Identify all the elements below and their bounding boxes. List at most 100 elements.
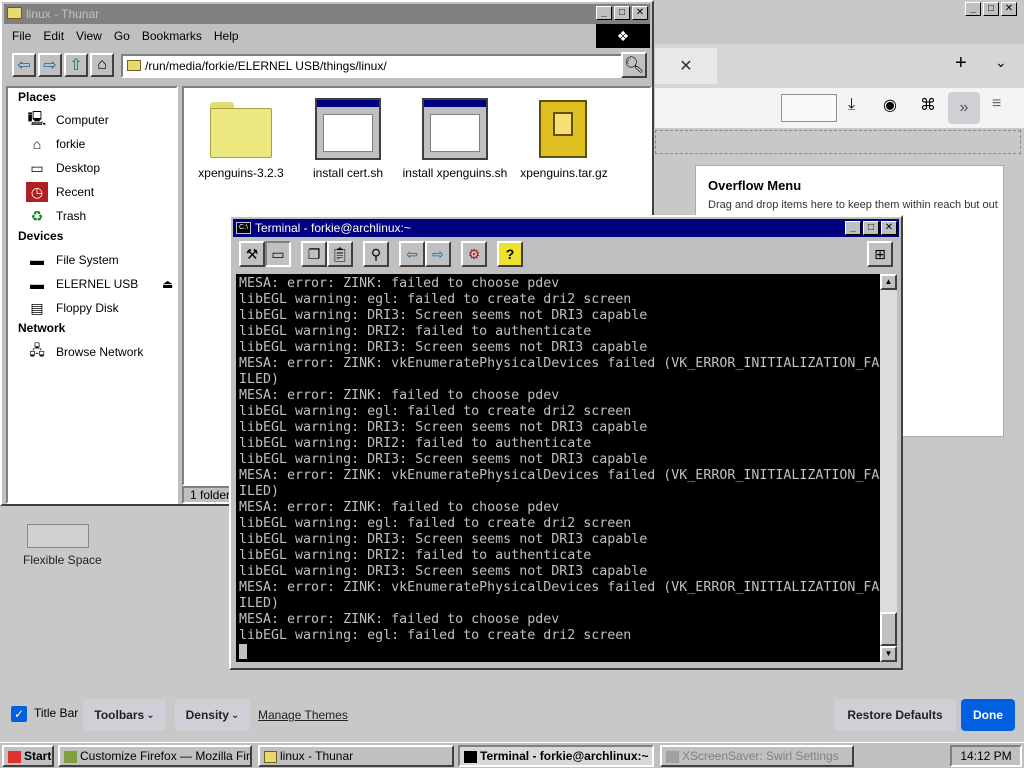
terminal-line: libEGL warning: egl: failed to create dr… — [239, 628, 632, 643]
fullscreen-icon[interactable]: ⊞ — [867, 241, 893, 267]
clock[interactable]: 14:12 PM — [950, 745, 1022, 767]
back-arrow-icon[interactable]: ⇦ — [399, 241, 425, 267]
title-bar-checkbox[interactable]: ✓ — [11, 706, 27, 722]
mark-icon[interactable]: ⚒ — [239, 241, 265, 267]
ff-search-box[interactable] — [781, 94, 837, 122]
thunar-minimize-button[interactable]: _ — [596, 6, 612, 20]
thunar-maximize-button[interactable]: □ — [614, 6, 630, 20]
forward-arrow-icon[interactable]: ⇨ — [38, 53, 62, 77]
terminal-line: MESA: error: ZINK: vkEnumeratePhysicalDe… — [239, 468, 880, 483]
back-arrow-icon[interactable]: ⇦ — [12, 53, 36, 77]
archive-icon — [531, 98, 597, 160]
folder-icon — [208, 98, 274, 160]
terminal-output[interactable]: MESA: error: ZINK: failed to choose pdev… — [236, 274, 880, 662]
search-icon[interactable]: 🔍︎ — [621, 52, 647, 78]
help-icon[interactable]: ? — [497, 241, 523, 267]
terminal-toolbar: ⚒ ▭ ❐ 📋︎ ⚲ ⇦ ⇨ ⚙ ? ⊞ — [235, 239, 897, 271]
sidebar-item-floppy[interactable]: ▤ Floppy Disk — [26, 297, 119, 319]
task-label: Customize Firefox — Mozilla Firefox — [80, 749, 251, 763]
task-thunar[interactable]: linux - Thunar — [258, 745, 454, 767]
menu-bookmarks[interactable]: Bookmarks — [136, 27, 208, 47]
sidebar-item-trash[interactable]: ♻ Trash — [26, 205, 87, 227]
home-icon[interactable]: ⌂ — [90, 53, 114, 77]
menu-file[interactable]: File — [6, 27, 37, 47]
terminal-scrollbar[interactable]: ▲ ▼ — [880, 274, 897, 662]
scroll-down-icon[interactable]: ▼ — [880, 646, 897, 662]
title-bar-label: Title Bar — [34, 706, 79, 720]
menu-edit[interactable]: Edit — [37, 27, 70, 47]
task-xscreensaver[interactable]: XScreenSaver: Swirl Settings — [660, 745, 854, 767]
terminal-line: ILED) — [239, 372, 280, 387]
account-icon[interactable]: ◉ — [883, 95, 897, 115]
folder-icon — [264, 751, 277, 763]
terminal-line: libEGL warning: DRI3: Screen seems not D… — [239, 564, 648, 579]
terminal-maximize-button[interactable]: □ — [863, 221, 879, 235]
throbber-logo-icon: ❖ — [596, 24, 650, 48]
start-button[interactable]: Start — [2, 745, 54, 767]
menu-help[interactable]: Help — [208, 27, 245, 47]
menu-icon[interactable]: ≡ — [992, 95, 1001, 113]
terminal-window: C:\ Terminal - forkie@archlinux:~ _ □ ✕ … — [229, 215, 903, 670]
flexible-space-item[interactable] — [27, 524, 89, 548]
restore-defaults-button[interactable]: Restore Defaults — [834, 699, 956, 731]
terminal-line: MESA: error: ZINK: failed to choose pdev — [239, 612, 560, 627]
ff-close-button[interactable]: ✕ — [1001, 2, 1017, 16]
binoculars-icon[interactable]: ⚲ — [363, 241, 389, 267]
toolbars-button[interactable]: Toolbars ⌄ — [83, 699, 166, 731]
scroll-thumb[interactable] — [880, 612, 897, 646]
task-firefox[interactable]: Customize Firefox — Mozilla Firefox — [58, 745, 252, 767]
up-arrow-icon[interactable]: ⇧ — [64, 53, 88, 77]
forward-arrow-icon[interactable]: ⇨ — [425, 241, 451, 267]
settings-icon[interactable]: ⚙ — [461, 241, 487, 267]
overflow-chevron-icon[interactable]: » — [948, 92, 980, 124]
sidebar-item-label: Floppy Disk — [56, 301, 119, 315]
extensions-icon[interactable]: ⌘ — [920, 95, 936, 115]
terminal-close-button[interactable]: ✕ — [881, 221, 897, 235]
density-button[interactable]: Density ⌄ — [175, 699, 250, 731]
ff-minimize-button[interactable]: _ — [965, 2, 981, 16]
terminal-line: libEGL warning: DRI2: failed to authenti… — [239, 324, 592, 339]
sidebar-item-forkie[interactable]: ⌂ forkie — [26, 133, 86, 155]
file-item[interactable]: install xpenguins.sh — [400, 98, 510, 180]
menu-view[interactable]: View — [70, 27, 108, 47]
thunar-title-text: linux - Thunar — [26, 7, 100, 21]
task-terminal[interactable]: Terminal - forkie@archlinux:~ — [458, 745, 654, 767]
sidebar-item-recent[interactable]: ◷ Recent — [26, 181, 94, 203]
terminal-line: MESA: error: ZINK: vkEnumeratePhysicalDe… — [239, 356, 880, 371]
sidebar-item-desktop[interactable]: ▭ Desktop — [26, 157, 100, 179]
copy-icon[interactable]: ❐ — [301, 241, 327, 267]
select-icon[interactable]: ▭ — [265, 241, 291, 267]
terminal-titlebar[interactable]: C:\ Terminal - forkie@archlinux:~ _ □ ✕ — [233, 219, 899, 237]
sidebar-item-label: File System — [56, 253, 119, 267]
sidebar-item-usb[interactable]: ▬ ELERNEL USB — [26, 273, 138, 295]
terminal-line: ILED) — [239, 484, 280, 499]
thunar-titlebar[interactable]: linux - Thunar _ □ ✕ — [4, 4, 650, 24]
sidebar-item-computer[interactable]: 🖳 Computer — [26, 109, 109, 131]
ff-maximize-button[interactable]: □ — [983, 2, 999, 16]
tab-list-chevron-icon[interactable]: ⌄ — [995, 54, 1007, 71]
new-tab-icon[interactable]: + — [955, 52, 967, 75]
floppy-icon: ▤ — [30, 299, 44, 316]
downloads-icon[interactable]: ⤓ — [848, 96, 855, 114]
sidebar-item-browse-network[interactable]: 🖧 Browse Network — [26, 341, 143, 363]
paste-icon[interactable]: 📋︎ — [327, 241, 353, 267]
terminal-minimize-button[interactable]: _ — [845, 221, 861, 235]
tab-close-icon[interactable]: ✕ — [655, 48, 717, 84]
file-item[interactable]: xpenguins-3.2.3 — [186, 98, 296, 180]
file-item[interactable]: install cert.sh — [293, 98, 403, 180]
sidebar-item-label: forkie — [56, 137, 86, 151]
thunar-close-button[interactable]: ✕ — [632, 6, 648, 20]
computer-icon: 🖳 — [27, 110, 47, 126]
file-label: install cert.sh — [312, 166, 384, 180]
terminal-line: libEGL warning: DRI3: Screen seems not D… — [239, 532, 648, 547]
eject-icon[interactable]: ⏏ — [162, 277, 173, 291]
menu-go[interactable]: Go — [108, 27, 136, 47]
sidebar-item-file-system[interactable]: ▬ File System — [26, 249, 119, 271]
done-button[interactable]: Done — [961, 699, 1015, 731]
desktop-icon: ▭ — [30, 159, 44, 176]
file-item[interactable]: xpenguins.tar.gz — [509, 98, 619, 180]
drive-icon: ▬ — [30, 276, 44, 292]
location-bar[interactable]: /run/media/forkie/ELERNEL USB/things/lin… — [121, 54, 623, 78]
manage-themes-link[interactable]: Manage Themes — [258, 708, 348, 722]
scroll-up-icon[interactable]: ▲ — [880, 274, 897, 290]
